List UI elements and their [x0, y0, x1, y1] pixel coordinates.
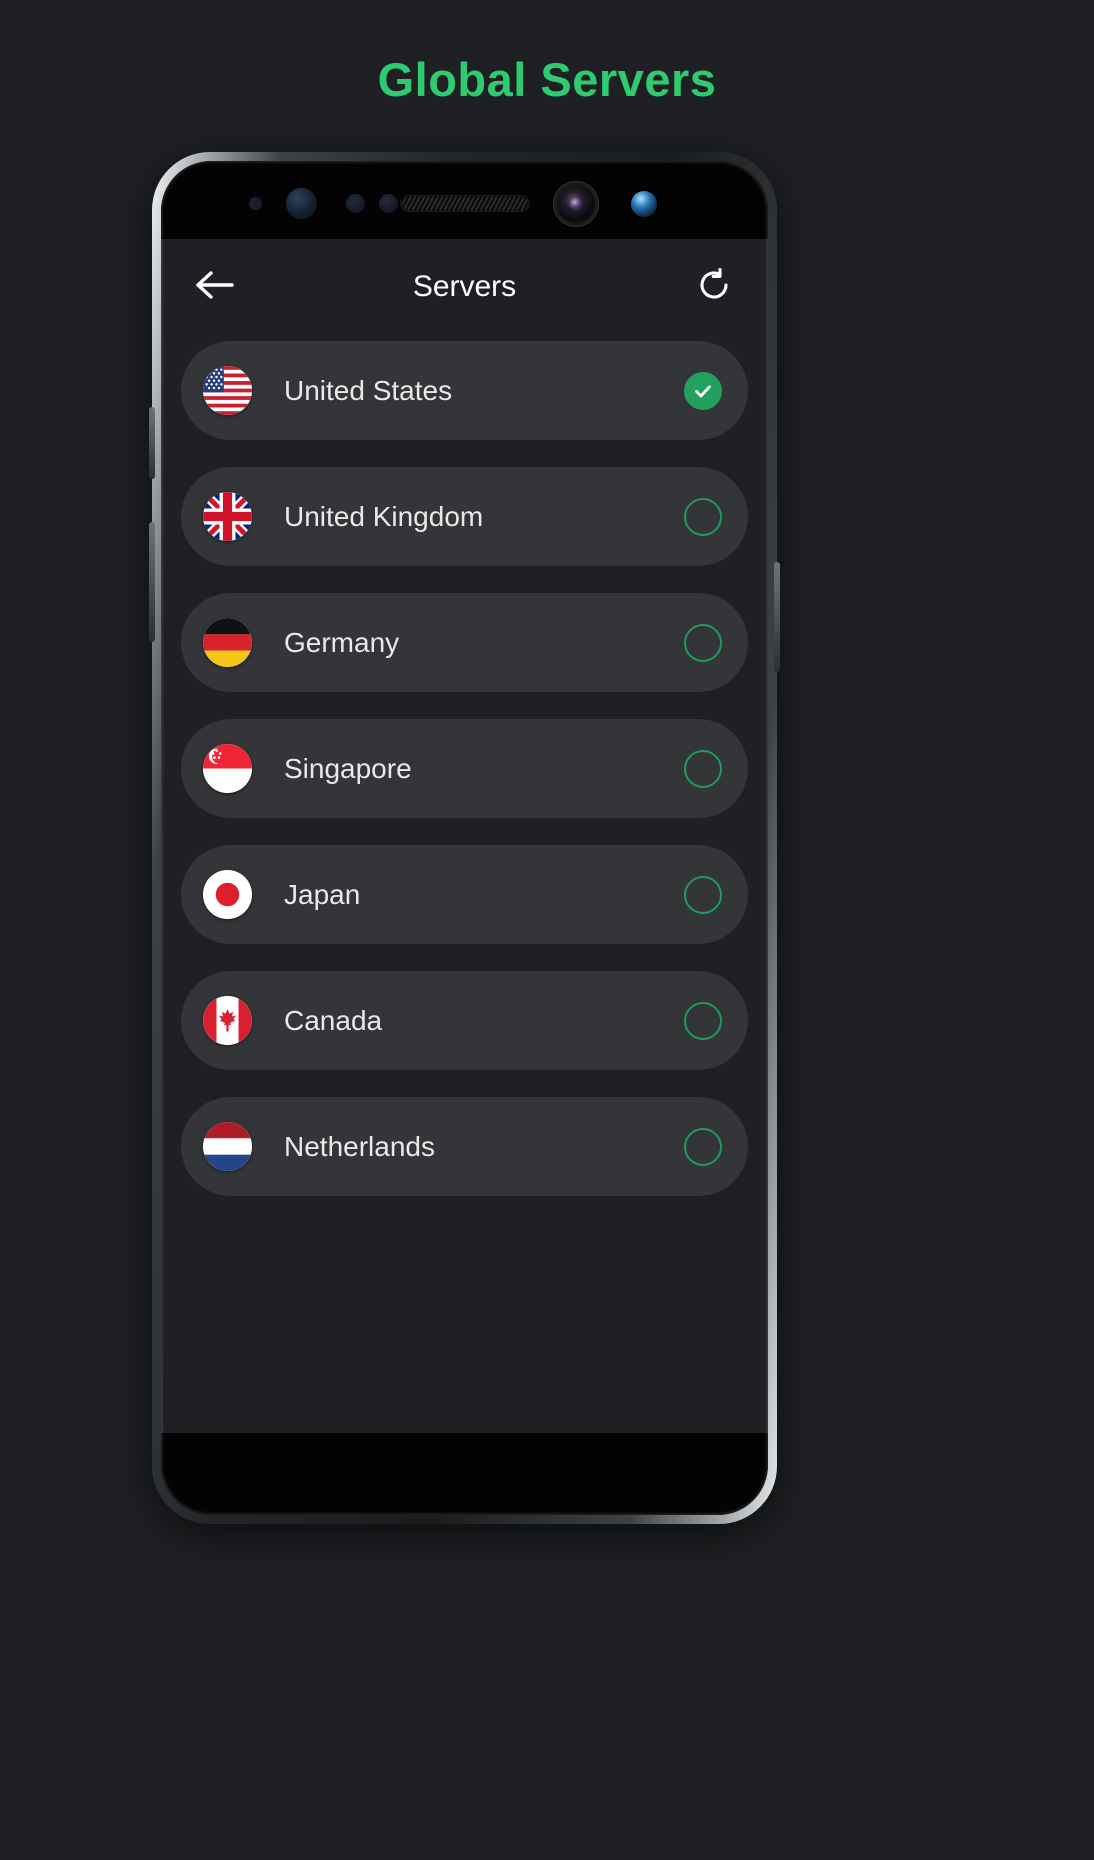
jp-flag-icon — [203, 870, 252, 919]
uk-flag-icon — [203, 492, 252, 541]
server-name: United States — [284, 374, 453, 406]
selection-indicator[interactable] — [684, 875, 722, 914]
server-name: United Kingdom — [284, 500, 484, 532]
page-title: Global Servers — [377, 53, 717, 106]
volume-down-button[interactable] — [149, 522, 155, 642]
server-row-canada[interactable]: Canada — [181, 971, 748, 1070]
server-name: Germany — [284, 626, 400, 658]
selection-indicator[interactable] — [684, 497, 722, 536]
iris-scanner-icon — [286, 188, 317, 219]
app-header: Servers — [161, 239, 768, 335]
server-row-germany[interactable]: Germany — [181, 593, 748, 692]
sg-flag-icon — [203, 744, 252, 793]
front-camera-lens-icon — [569, 197, 583, 211]
volume-up-button[interactable] — [149, 407, 155, 479]
screenshot-root: Global Servers Servers United States Uni… — [0, 0, 1094, 1860]
server-row-united-states[interactable]: United States — [181, 341, 748, 440]
refresh-icon — [695, 266, 733, 309]
phone-bottom-bezel — [161, 1433, 768, 1515]
ca-flag-icon — [203, 996, 252, 1045]
server-name: Canada — [284, 1004, 383, 1036]
earpiece-speaker-icon — [400, 196, 529, 211]
server-name: Japan — [284, 878, 361, 910]
server-row-singapore[interactable]: Singapore — [181, 719, 748, 818]
refresh-button[interactable] — [686, 259, 742, 315]
back-arrow-icon — [195, 268, 235, 307]
app-screen: Servers United States United Kingdom Ger… — [161, 239, 768, 1433]
server-list: United States United Kingdom Germany Sin… — [161, 335, 768, 1196]
server-name: Netherlands — [284, 1130, 435, 1162]
light-sensor-icon — [346, 194, 365, 213]
de-flag-icon — [203, 618, 252, 667]
nl-flag-icon — [203, 1122, 252, 1171]
server-name: Singapore — [284, 752, 412, 784]
selection-indicator[interactable] — [684, 749, 722, 788]
ir-sensor-icon — [379, 194, 398, 213]
back-button[interactable] — [187, 259, 243, 315]
front-camera-icon — [557, 185, 595, 223]
server-row-japan[interactable]: Japan — [181, 845, 748, 944]
us-flag-icon — [203, 366, 252, 415]
phone-screen-area: Servers United States United Kingdom Ger… — [161, 161, 768, 1515]
power-button[interactable] — [774, 562, 780, 672]
selection-indicator[interactable] — [684, 1127, 722, 1166]
phone-mockup: Servers United States United Kingdom Ger… — [149, 152, 780, 1524]
server-row-united-kingdom[interactable]: United Kingdom — [181, 467, 748, 566]
selection-indicator-selected[interactable] — [684, 371, 722, 410]
page-heading: Servers — [412, 270, 517, 303]
selection-indicator[interactable] — [684, 623, 722, 662]
secondary-camera-icon — [631, 191, 657, 217]
proximity-sensor-icon — [249, 197, 262, 210]
server-row-netherlands[interactable]: Netherlands — [181, 1097, 748, 1196]
selection-indicator[interactable] — [684, 1001, 722, 1040]
phone-top-bezel — [161, 161, 768, 239]
